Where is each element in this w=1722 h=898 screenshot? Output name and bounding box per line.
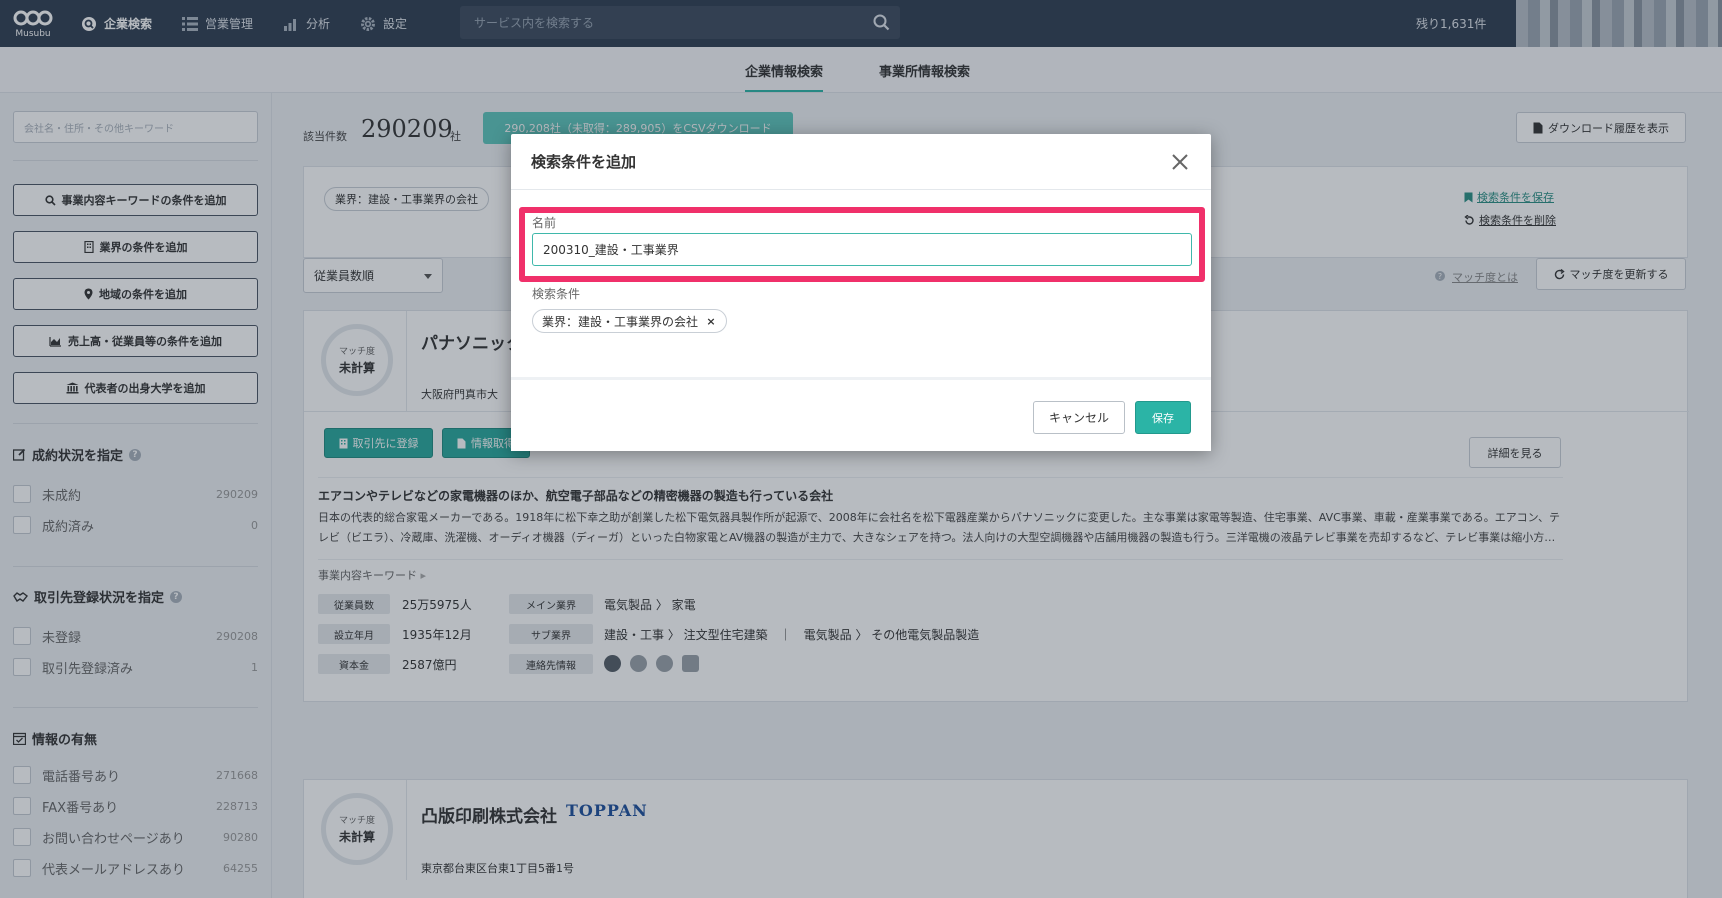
divider <box>511 189 1211 190</box>
name-label: 名前 <box>532 216 557 230</box>
save-button[interactable]: 保存 <box>1135 401 1191 434</box>
condition-name-input[interactable] <box>532 233 1192 266</box>
dialog-footer: キャンセル 保存 <box>511 377 1211 451</box>
dialog-title: 検索条件を追加 <box>531 153 637 171</box>
add-search-condition-dialog: 検索条件を追加 名前 検索条件 業界：建設・工事業界の会社 × キャンセル 保存 <box>511 134 1211 451</box>
remove-chip-icon[interactable]: × <box>705 315 717 328</box>
chip-label: 業界：建設・工事業界の会社 <box>542 314 699 329</box>
close-icon[interactable] <box>1168 150 1192 174</box>
condition-label: 検索条件 <box>532 287 581 301</box>
cancel-button[interactable]: キャンセル <box>1033 401 1125 434</box>
condition-chip: 業界：建設・工事業界の会社 × <box>532 309 728 333</box>
